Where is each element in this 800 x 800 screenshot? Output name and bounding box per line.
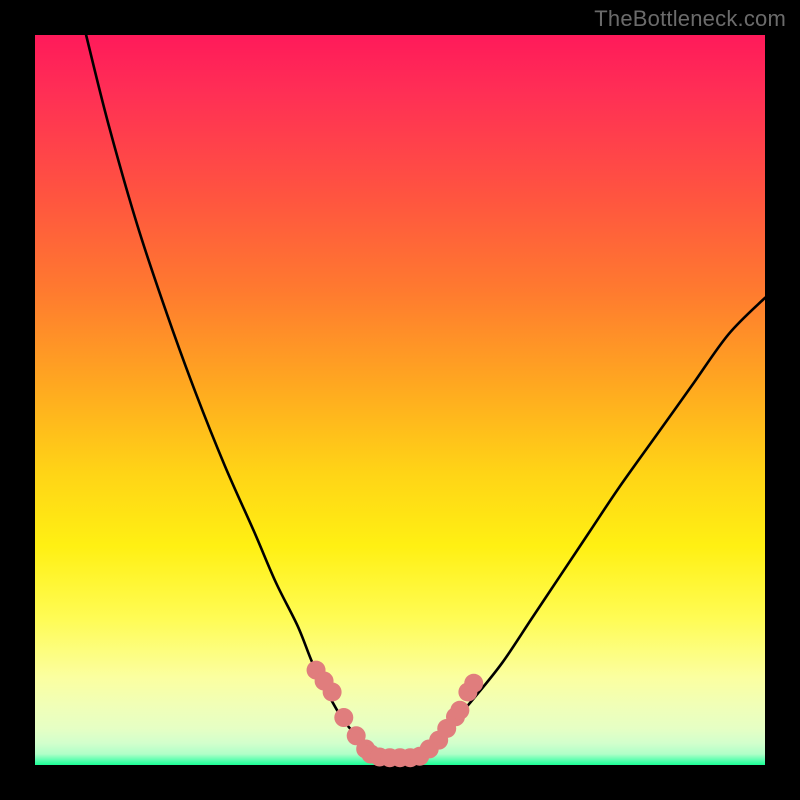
chart-frame: TheBottleneck.com — [0, 0, 800, 800]
data-point — [334, 708, 353, 727]
plot-area — [35, 35, 765, 765]
left-curve-path — [86, 35, 374, 755]
data-point — [323, 683, 342, 702]
curve-svg — [35, 35, 765, 765]
data-point — [464, 674, 483, 693]
data-point-markers — [307, 661, 484, 768]
watermark-text: TheBottleneck.com — [594, 6, 786, 32]
data-point — [450, 701, 469, 720]
